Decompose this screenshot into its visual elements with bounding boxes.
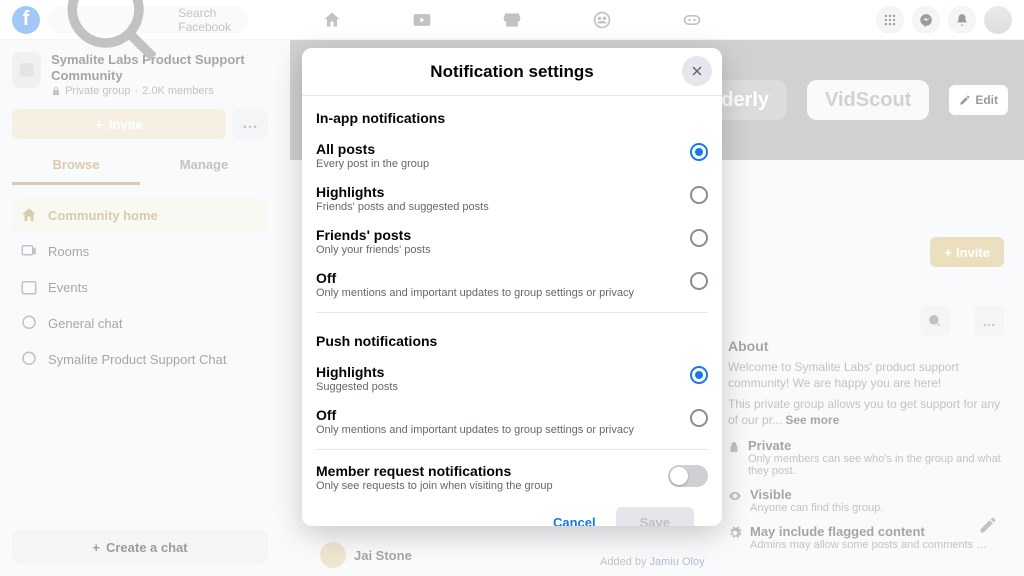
calendar-icon xyxy=(20,278,38,296)
radio-highlights[interactable] xyxy=(690,186,708,204)
tab-browse[interactable]: Browse xyxy=(12,157,140,185)
group-thumbnail[interactable] xyxy=(12,52,41,88)
save-button[interactable]: Save xyxy=(616,507,694,526)
about-heading: About xyxy=(728,338,1008,354)
video-icon[interactable] xyxy=(412,10,432,30)
right-nav xyxy=(876,6,1012,34)
left-sidebar: Symalite Labs Product Support Community … xyxy=(0,40,280,576)
main-invite-button[interactable]: +Invite xyxy=(930,237,1004,267)
lock-icon xyxy=(728,440,740,454)
menu-icon[interactable] xyxy=(876,6,904,34)
sidebar-item-support-chat[interactable]: Symalite Product Support Chat xyxy=(12,341,268,377)
facebook-logo[interactable]: f xyxy=(12,6,40,34)
close-button[interactable] xyxy=(682,56,712,86)
create-chat-button[interactable]: +Create a chat xyxy=(12,530,268,564)
group-privacy: Private group xyxy=(65,85,130,97)
radio-inapp-off[interactable] xyxy=(690,272,708,290)
option-friends-posts[interactable]: Friends' postsOnly your friends' posts xyxy=(316,220,708,263)
close-icon xyxy=(690,64,704,78)
search-icon xyxy=(58,0,172,77)
radio-all-posts[interactable] xyxy=(690,143,708,161)
see-more-link[interactable]: See more xyxy=(785,413,839,427)
eye-icon xyxy=(728,489,742,503)
about-welcome: Welcome to Symalite Labs' product suppor… xyxy=(728,360,1008,391)
sidebar-item-community-home[interactable]: Community home xyxy=(12,197,268,233)
center-nav xyxy=(322,10,702,30)
cancel-button[interactable]: Cancel xyxy=(543,507,606,526)
top-navbar: f Search Facebook xyxy=(0,0,1024,40)
invite-button[interactable]: +Invite xyxy=(12,109,226,139)
cover-text-2: VidScout xyxy=(807,80,929,120)
compose-icon[interactable] xyxy=(978,515,998,540)
section-push: Push notifications xyxy=(316,319,708,357)
option-highlights[interactable]: HighlightsFriends' posts and suggested p… xyxy=(316,177,708,220)
chat-icon xyxy=(20,314,38,332)
modal-title: Notification settings xyxy=(430,62,593,82)
sidebar-item-general-chat[interactable]: General chat xyxy=(12,305,268,341)
groups-icon[interactable] xyxy=(592,10,612,30)
search-group-button[interactable] xyxy=(920,306,950,336)
option-inapp-off[interactable]: OffOnly mentions and important updates t… xyxy=(316,263,708,306)
lock-icon xyxy=(51,86,61,96)
gaming-icon[interactable] xyxy=(682,10,702,30)
section-inapp: In-app notifications xyxy=(316,96,708,134)
home-icon xyxy=(20,206,38,224)
search-input[interactable]: Search Facebook xyxy=(48,6,248,34)
rooms-icon xyxy=(20,242,38,260)
tab-manage[interactable]: Manage xyxy=(140,157,268,185)
radio-push-off[interactable] xyxy=(690,409,708,427)
feed-name-1: Jai Stone xyxy=(354,548,412,563)
group-more-button[interactable]: … xyxy=(974,306,1004,336)
option-push-highlights[interactable]: HighlightsSuggested posts xyxy=(316,357,708,400)
feed-name-2: Jamiu Oloy xyxy=(650,556,705,568)
search-placeholder: Search Facebook xyxy=(178,6,238,34)
radio-push-highlights[interactable] xyxy=(690,366,708,384)
option-all-posts[interactable]: All postsEvery post in the group xyxy=(316,134,708,177)
sidebar-item-events[interactable]: Events xyxy=(12,269,268,305)
edit-cover-button[interactable]: Edit xyxy=(949,85,1008,115)
option-push-off[interactable]: OffOnly mentions and important updates t… xyxy=(316,400,708,443)
option-member-requests[interactable]: Member request notificationsOnly see req… xyxy=(316,456,708,499)
pencil-icon xyxy=(959,94,971,106)
account-avatar[interactable] xyxy=(984,6,1012,34)
notification-settings-modal: Notification settings In-app notificatio… xyxy=(302,48,722,526)
gear-icon xyxy=(728,526,742,540)
about-panel: About Welcome to Symalite Labs' product … xyxy=(728,338,1008,551)
chat-icon xyxy=(20,350,38,368)
bell-icon[interactable] xyxy=(948,6,976,34)
sidebar-item-rooms[interactable]: Rooms xyxy=(12,233,268,269)
radio-friends-posts[interactable] xyxy=(690,229,708,247)
group-members: 2.0K members xyxy=(142,85,214,97)
toggle-member-requests[interactable] xyxy=(668,465,708,487)
home-icon[interactable] xyxy=(322,10,342,30)
marketplace-icon[interactable] xyxy=(502,10,522,30)
more-button[interactable]: … xyxy=(232,109,268,139)
messenger-icon[interactable] xyxy=(912,6,940,34)
